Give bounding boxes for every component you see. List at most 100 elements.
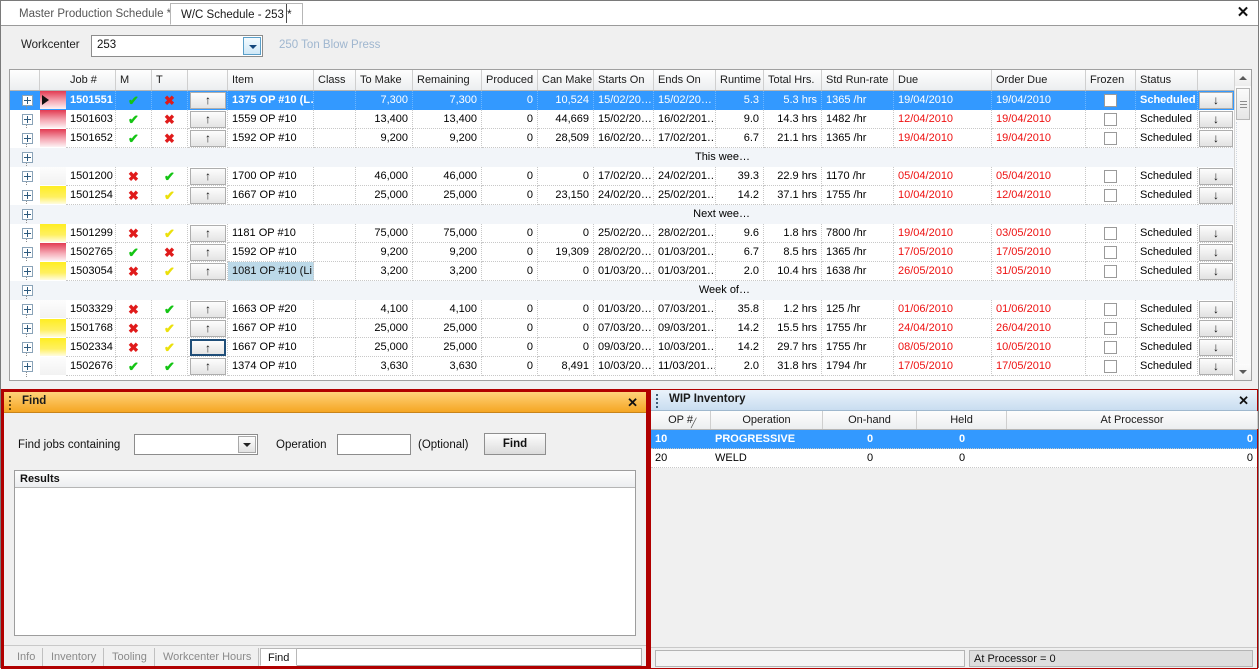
grid-cell-remaining[interactable]: 7,300 — [413, 91, 482, 110]
move-down-button[interactable]: ↓ — [1199, 92, 1233, 109]
grid-cell-t[interactable]: ✔ — [152, 300, 188, 319]
grid-cell-item[interactable]: 1375 OP #10 (L… — [228, 91, 314, 110]
grid-cell-remaining[interactable]: 25,000 — [413, 319, 482, 338]
grid-cell-item[interactable]: 1667 OP #10 — [228, 338, 314, 357]
grid-cell-frozen[interactable] — [1086, 300, 1136, 319]
grid-cell-ends_on[interactable]: 17/02/201… — [654, 129, 716, 148]
grid-cell-ends_on[interactable]: 28/02/201… — [654, 224, 716, 243]
grid-cell-t[interactable]: ✖ — [152, 129, 188, 148]
grid-cell-down[interactable]: ↓ — [1198, 300, 1235, 319]
grid-cell-order_due[interactable]: 31/05/2010 — [992, 262, 1086, 281]
grid-cell-status[interactable]: Scheduled — [1136, 129, 1198, 148]
expand-row-icon[interactable] — [22, 95, 33, 106]
wip-column-header-on-hand[interactable]: On-hand — [823, 411, 917, 429]
grid-cell-can_make[interactable]: 28,509 — [538, 129, 594, 148]
grid-cell-due[interactable]: 24/04/2010 — [894, 319, 992, 338]
grid-cell-cls[interactable] — [314, 167, 356, 186]
grid-cell-std_run[interactable]: 1794 /hr — [822, 357, 894, 376]
grid-cell-frozen[interactable] — [1086, 357, 1136, 376]
grid-cell-item[interactable]: 1700 OP #10 — [228, 167, 314, 186]
grid-cell-to_make[interactable]: 7,300 — [356, 91, 413, 110]
drag-grip-icon[interactable] — [9, 396, 12, 410]
frozen-checkbox[interactable] — [1104, 132, 1117, 145]
grid-cell-can_make[interactable]: 19,309 — [538, 243, 594, 262]
grid-cell-starts_on[interactable]: 01/03/20… — [594, 300, 654, 319]
grid-cell-starts_on[interactable]: 15/02/20… — [594, 91, 654, 110]
wip-cell-op-number[interactable]: 10 — [651, 430, 711, 449]
drag-grip-icon[interactable] — [656, 394, 659, 408]
grid-row[interactable]: 1501603 ✔ ✖ ↑ 1559 OP #10 13,400 13,400 0 44,669… — [10, 110, 1235, 130]
grid-cell-remaining[interactable]: 25,000 — [413, 338, 482, 357]
grid-cell-can_make[interactable]: 0 — [538, 167, 594, 186]
grid-cell-due[interactable]: 19/04/2010 — [894, 91, 992, 110]
grid-cell-frozen[interactable] — [1086, 167, 1136, 186]
grid-cell-to_make[interactable]: 9,200 — [356, 243, 413, 262]
expand-row-icon[interactable] — [22, 228, 33, 239]
frozen-checkbox[interactable] — [1104, 94, 1117, 107]
grid-cell-ends_on[interactable]: 01/03/201… — [654, 243, 716, 262]
grid-cell-item[interactable]: 1663 OP #20 — [228, 300, 314, 319]
grid-cell-frozen[interactable] — [1086, 186, 1136, 205]
grid-cell-remaining[interactable]: 13,400 — [413, 110, 482, 129]
grid-cell-frozen[interactable] — [1086, 110, 1136, 129]
grid-column-header-order-due[interactable]: Order Due — [992, 70, 1086, 90]
expand-row-icon[interactable] — [22, 342, 33, 353]
move-down-button[interactable]: ↓ — [1199, 244, 1233, 261]
move-down-button[interactable]: ↓ — [1199, 263, 1233, 280]
grid-cell-std_run[interactable]: 7800 /hr — [822, 224, 894, 243]
grid-cell-down[interactable]: ↓ — [1198, 262, 1235, 281]
grid-cell-m[interactable]: ✔ — [116, 243, 152, 262]
wip-cell-operation-name[interactable]: WELD — [711, 449, 823, 468]
grid-cell-status[interactable]: Scheduled — [1136, 110, 1198, 129]
grid-cell-down[interactable]: ↓ — [1198, 129, 1235, 148]
grid-cell-starts_on[interactable]: 17/02/20… — [594, 167, 654, 186]
grid-cell-produced[interactable]: 0 — [482, 262, 538, 281]
grid-cell-job[interactable]: 1501254 — [66, 186, 116, 205]
grid-cell-m[interactable]: ✖ — [116, 300, 152, 319]
grid-cell-produced[interactable]: 0 — [482, 129, 538, 148]
grid-cell-frozen[interactable] — [1086, 338, 1136, 357]
wip-table-row[interactable]: 10 PROGRESSIVE 0 0 0 — [651, 430, 1257, 449]
grid-cell-ends_on[interactable]: 11/03/201… — [654, 357, 716, 376]
move-down-button[interactable]: ↓ — [1199, 168, 1233, 185]
expand-row-icon[interactable] — [22, 247, 33, 258]
grid-cell-starts_on[interactable]: 10/03/20… — [594, 357, 654, 376]
grid-vertical-scrollbar[interactable] — [1234, 70, 1251, 380]
grid-cell-order_due[interactable]: 03/05/2010 — [992, 224, 1086, 243]
grid-cell-frozen[interactable] — [1086, 224, 1136, 243]
frozen-checkbox[interactable] — [1104, 170, 1117, 183]
move-up-button[interactable]: ↑ — [190, 92, 226, 109]
grid-cell-due[interactable]: 12/04/2010 — [894, 110, 992, 129]
grid-cell-frozen[interactable] — [1086, 243, 1136, 262]
grid-cell-remaining[interactable]: 25,000 — [413, 186, 482, 205]
window-close-button[interactable]: ✕ — [1234, 4, 1252, 22]
grid-row[interactable]: 1502765 ✔ ✖ ↑ 1592 OP #10 9,200 9,200 0 19,309 28… — [10, 243, 1235, 263]
grid-cell-up[interactable]: ↑ — [188, 319, 228, 338]
grid-cell-runtime[interactable]: 35.8 — [716, 300, 764, 319]
grid-cell-due[interactable]: 05/04/2010 — [894, 167, 992, 186]
move-up-button[interactable]: ↑ — [190, 301, 226, 318]
frozen-checkbox[interactable] — [1104, 113, 1117, 126]
tab-master-production-schedule[interactable]: Master Production Schedule * — [9, 3, 181, 25]
grid-cell-item[interactable]: 1592 OP #10 — [228, 129, 314, 148]
grid-column-header-t[interactable]: T — [152, 70, 188, 90]
grid-cell-ends_on[interactable]: 09/03/201… — [654, 319, 716, 338]
grid-cell-total_hrs[interactable]: 22.9 hrs — [764, 167, 822, 186]
chevron-down-icon[interactable] — [238, 436, 256, 453]
move-up-button[interactable]: ↑ — [190, 111, 226, 128]
grid-cell-starts_on[interactable]: 24/02/20… — [594, 186, 654, 205]
grid-cell-order_due[interactable]: 19/04/2010 — [992, 110, 1086, 129]
grid-cell-job[interactable]: 1501768 — [66, 319, 116, 338]
grid-cell-job[interactable]: 1503329 — [66, 300, 116, 319]
grid-column-header-status[interactable]: Status — [1136, 70, 1198, 90]
grid-cell-order_due[interactable]: 26/04/2010 — [992, 319, 1086, 338]
grid-column-header-job[interactable]: Job # — [66, 70, 116, 90]
grid-cell-up[interactable]: ↑ — [188, 186, 228, 205]
grid-cell-to_make[interactable]: 46,000 — [356, 167, 413, 186]
grid-cell-t[interactable]: ✖ — [152, 110, 188, 129]
grid-cell-remaining[interactable]: 9,200 — [413, 129, 482, 148]
grid-cell-due[interactable]: 17/05/2010 — [894, 243, 992, 262]
grid-cell-job[interactable]: 1502765 — [66, 243, 116, 262]
bottom-tab-inventory[interactable]: Inventory — [44, 648, 105, 666]
bottom-tab-tooling[interactable]: Tooling — [105, 648, 155, 666]
